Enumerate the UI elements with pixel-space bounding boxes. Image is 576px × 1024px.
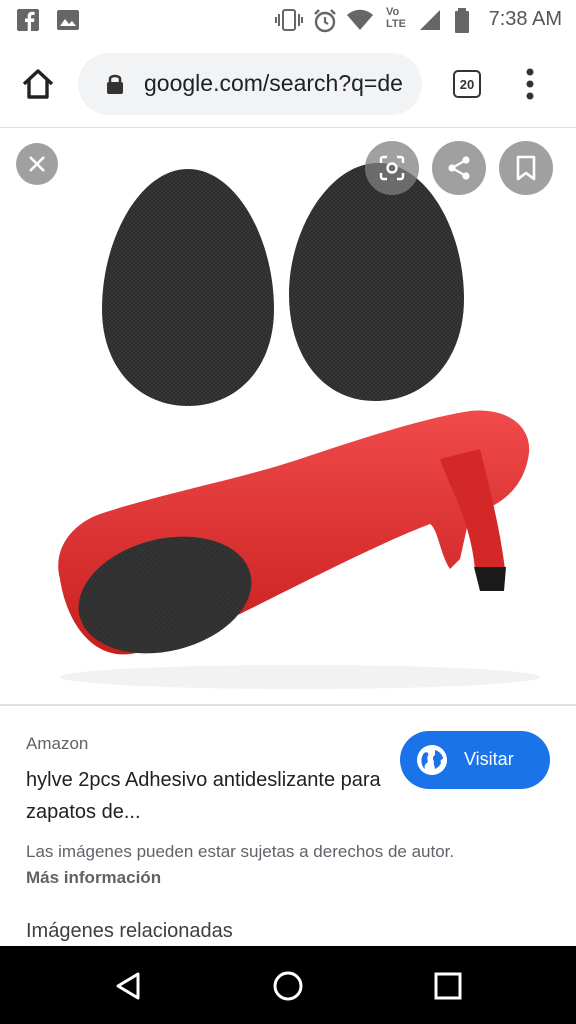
pad-left [102,169,274,406]
url-text: google.com/search?q=de [144,70,403,96]
save-button[interactable] [499,141,553,195]
browser-toolbar: google.com/search?q=de 20 [0,40,576,128]
visit-label: Visitar [464,749,514,769]
status-bar: Vo LTE 7:38 AM [0,0,576,40]
more-menu-icon[interactable] [520,66,540,102]
pad-right [289,163,464,401]
tab-switcher-button[interactable]: 20 [453,70,481,98]
volte-icon: Vo LTE [386,6,406,30]
url-bar[interactable]: google.com/search?q=de [78,53,422,115]
heel-tip [474,567,506,591]
lens-button[interactable] [365,141,419,195]
vibrate-icon [275,9,303,31]
globe-icon [417,745,447,775]
recents-icon[interactable] [428,966,468,1006]
status-time: 7:38 AM [488,8,562,30]
copyright-notice: Las imágenes pueden estar sujetas a dere… [26,842,455,861]
share-icon [448,156,470,180]
lens-icon [379,155,405,181]
image-preview[interactable] [0,129,576,704]
result-info-panel: Amazon hylve 2pcs Adhesivo antideslizant… [0,706,576,946]
facebook-icon [17,9,39,32]
system-nav-bar [0,946,576,1024]
battery-icon [455,8,469,33]
more-info-link[interactable]: Más información [26,868,161,888]
related-images-heading: Imágenes relacionadas [26,920,233,942]
result-title[interactable]: hylve 2pcs Adhesivo antideslizante para … [26,764,386,828]
close-button[interactable] [16,143,58,185]
product-image [58,163,540,689]
alarm-icon [314,9,336,33]
close-icon [29,156,45,172]
visit-button[interactable]: Visitar [400,731,550,789]
lock-icon [107,74,123,94]
shoe-shadow [60,665,540,689]
home-nav-icon[interactable] [268,966,308,1006]
source-label: Amazon [26,734,89,753]
gallery-icon [57,10,79,30]
back-icon[interactable] [108,966,148,1006]
bookmark-icon [516,155,536,181]
home-icon[interactable] [18,64,58,104]
signal-icon [420,10,440,30]
share-button[interactable] [432,141,486,195]
wifi-icon [347,9,373,30]
